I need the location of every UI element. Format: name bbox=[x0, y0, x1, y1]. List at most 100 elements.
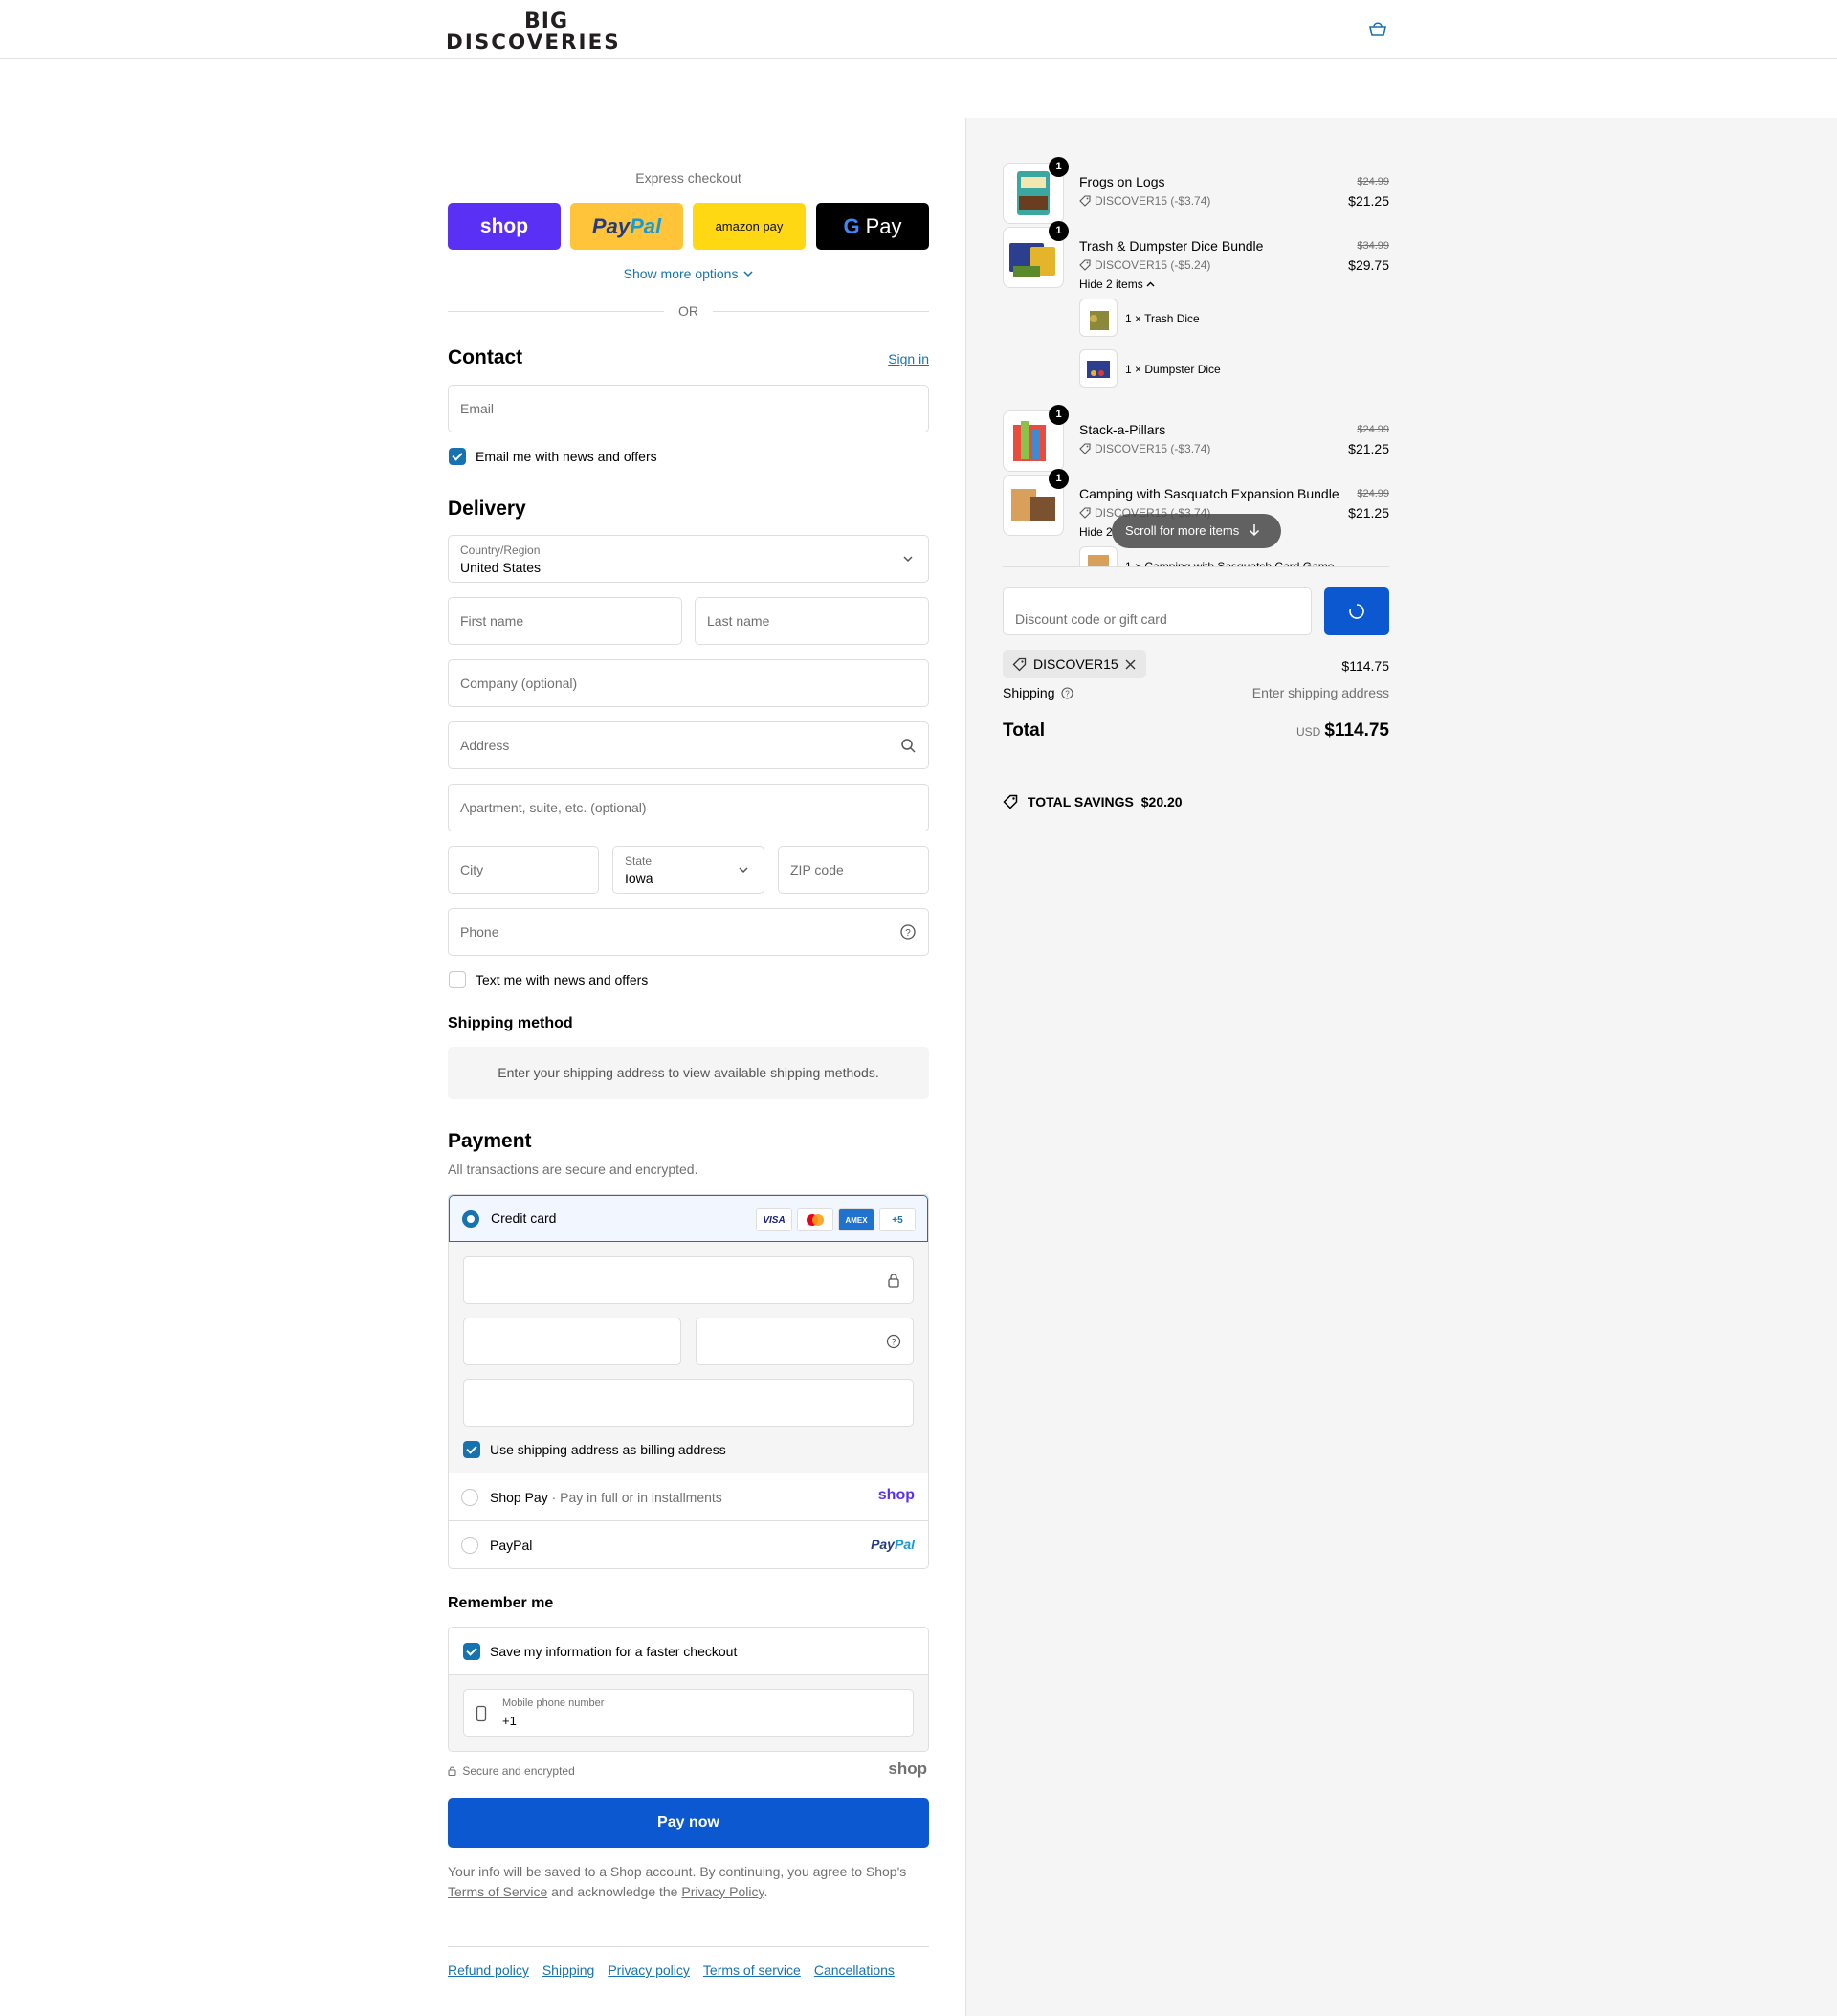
secure-note: Secure and encrypted bbox=[448, 1764, 575, 1778]
line-items-list[interactable]: 1 Frogs on Logs DISCOVER15 (-$3.74) $24.… bbox=[1003, 153, 1389, 567]
paypal-option[interactable]: PayPal PayPal bbox=[449, 1521, 928, 1568]
apartment-placeholder: Apartment, suite, etc. (optional) bbox=[460, 800, 647, 815]
city-placeholder: City bbox=[460, 862, 484, 877]
email-field[interactable]: Email bbox=[448, 385, 929, 432]
city-field[interactable]: City bbox=[448, 846, 599, 894]
paypal-logo-pal: Pal bbox=[894, 1537, 915, 1552]
help-circle-icon[interactable]: ? bbox=[886, 1334, 901, 1349]
expiration-date-field[interactable] bbox=[463, 1318, 681, 1365]
phone-field[interactable]: Phone ? bbox=[448, 908, 929, 956]
email-placeholder: Email bbox=[460, 401, 495, 416]
pay-now-button[interactable]: Pay now bbox=[448, 1798, 929, 1848]
zip-placeholder: ZIP code bbox=[790, 862, 844, 877]
item-discount-text: DISCOVER15 (-$5.24) bbox=[1095, 258, 1211, 272]
currency-code: USD bbox=[1296, 725, 1321, 739]
paypal-label-pay: Pay bbox=[591, 213, 631, 238]
hide-bundle-items-toggle[interactable]: Hide 2 bbox=[1079, 525, 1113, 539]
item-quantity-badge: 1 bbox=[1049, 157, 1069, 177]
mobile-phone-field[interactable]: Mobile phone number +1 bbox=[463, 1689, 914, 1737]
discount-code-field[interactable]: Discount code or gift card bbox=[1003, 587, 1312, 635]
or-divider: OR bbox=[448, 301, 929, 321]
shop-privacy-link[interactable]: Privacy Policy bbox=[681, 1884, 764, 1899]
remove-code-icon[interactable] bbox=[1125, 659, 1136, 670]
apply-discount-button[interactable] bbox=[1324, 587, 1389, 635]
credit-card-option[interactable]: Credit card VISA AMEX +5 bbox=[449, 1195, 928, 1242]
cart-bag-icon[interactable] bbox=[1368, 21, 1387, 36]
item-thumbnail: 1 bbox=[1003, 469, 1069, 536]
chevron-down-icon bbox=[739, 867, 748, 874]
refund-policy-link[interactable]: Refund policy bbox=[448, 1962, 529, 1978]
item-discount: DISCOVER15 (-$3.74) bbox=[1079, 442, 1210, 455]
paypal-logo: PayPal bbox=[871, 1537, 915, 1552]
site-header: BIG DISCOVERIES bbox=[0, 0, 1837, 59]
text-news-label: Text me with news and offers bbox=[476, 972, 649, 987]
shop-pay-radio[interactable] bbox=[461, 1489, 478, 1506]
applied-code-text: DISCOVER15 bbox=[1033, 656, 1118, 672]
help-circle-icon[interactable]: ? bbox=[899, 923, 917, 941]
camping-card-game-image bbox=[1088, 555, 1109, 567]
lock-icon bbox=[888, 1274, 899, 1288]
chevron-down-icon bbox=[903, 556, 913, 563]
logo-line-2: DISCOVERIES bbox=[446, 31, 621, 54]
company-field[interactable]: Company (optional) bbox=[448, 659, 929, 707]
paypal-express-button[interactable]: Pay Pal bbox=[570, 203, 683, 250]
item-original-price: $24.99 bbox=[1357, 488, 1389, 499]
item-name: Camping with Sasquatch Expansion Bundle bbox=[1079, 486, 1339, 501]
store-logo[interactable]: BIG DISCOVERIES bbox=[446, 10, 652, 54]
email-news-checkbox[interactable] bbox=[449, 448, 466, 465]
shop-pay-description: Pay in full or in installments bbox=[560, 1490, 722, 1505]
total-label: Total bbox=[1003, 720, 1045, 741]
tag-icon bbox=[1003, 794, 1018, 809]
arrow-down-icon bbox=[1249, 524, 1259, 537]
text-news-checkbox[interactable] bbox=[449, 971, 466, 988]
payment-heading: Payment bbox=[448, 1130, 532, 1152]
terms-of-service-link[interactable]: Terms of service bbox=[703, 1962, 801, 1978]
security-code-field[interactable]: ? bbox=[696, 1318, 914, 1365]
credit-card-radio[interactable] bbox=[462, 1210, 479, 1228]
shop-pay-option[interactable]: Shop Pay · Pay in full or in installment… bbox=[449, 1473, 928, 1521]
last-name-field[interactable]: Last name bbox=[695, 597, 929, 645]
shipping-method-placeholder: Enter your shipping address to view avai… bbox=[448, 1047, 929, 1099]
help-circle-icon[interactable]: ? bbox=[1061, 687, 1073, 699]
zip-field[interactable]: ZIP code bbox=[778, 846, 929, 894]
first-name-field[interactable]: First name bbox=[448, 597, 682, 645]
hide-items-label: Hide 2 items bbox=[1079, 277, 1143, 291]
scroll-for-more-items-pill[interactable]: Scroll for more items bbox=[1112, 514, 1281, 548]
save-info-checkbox[interactable] bbox=[463, 1643, 480, 1660]
card-number-field[interactable] bbox=[463, 1256, 914, 1304]
shop-terms-link[interactable]: Terms of Service bbox=[448, 1884, 547, 1899]
sign-in-link[interactable]: Sign in bbox=[888, 351, 929, 366]
trash-dice-image bbox=[1090, 311, 1109, 330]
cancellations-link[interactable]: Cancellations bbox=[814, 1962, 895, 1978]
address-placeholder: Address bbox=[460, 738, 510, 753]
item-discount: DISCOVER15 (-$5.24) bbox=[1079, 258, 1210, 272]
state-value: Iowa bbox=[625, 871, 653, 886]
item-original-price: $24.99 bbox=[1357, 176, 1389, 188]
shipping-value: Enter shipping address bbox=[1251, 685, 1389, 700]
state-select[interactable]: State Iowa bbox=[612, 846, 764, 894]
shipping-label: Shipping ? bbox=[1003, 685, 1073, 700]
google-pay-label: Pay bbox=[865, 213, 902, 238]
remember-me-heading: Remember me bbox=[448, 1595, 554, 1611]
privacy-policy-link[interactable]: Privacy policy bbox=[608, 1962, 690, 1978]
lock-icon bbox=[448, 1766, 456, 1777]
chevron-down-icon bbox=[743, 271, 753, 277]
credit-card-form: ? Use shipping address as billing addres… bbox=[449, 1242, 928, 1473]
shipping-method-heading: Shipping method bbox=[448, 1015, 573, 1031]
hide-bundle-items-toggle[interactable]: Hide 2 items bbox=[1079, 277, 1155, 291]
google-pay-express-button[interactable]: G Pay bbox=[816, 203, 929, 250]
address-field[interactable]: Address bbox=[448, 721, 929, 769]
sub-item-name: 1 × Trash Dice bbox=[1125, 312, 1200, 325]
paypal-radio[interactable] bbox=[461, 1537, 478, 1554]
shipping-policy-link[interactable]: Shipping bbox=[542, 1962, 595, 1978]
country-select[interactable]: Country/Region United States bbox=[448, 535, 929, 583]
shop-pay-express-button[interactable]: shop bbox=[448, 203, 561, 250]
apartment-field[interactable]: Apartment, suite, etc. (optional) bbox=[448, 784, 929, 831]
scroll-hint-text: Scroll for more items bbox=[1125, 523, 1240, 538]
billing-same-checkbox[interactable] bbox=[463, 1441, 480, 1458]
amazon-pay-express-button[interactable]: amazon pay bbox=[693, 203, 806, 250]
name-on-card-field[interactable] bbox=[463, 1379, 914, 1427]
tag-icon bbox=[1079, 507, 1091, 519]
show-more-options-link[interactable]: Show more options bbox=[448, 266, 929, 281]
mastercard-icon bbox=[797, 1208, 833, 1231]
